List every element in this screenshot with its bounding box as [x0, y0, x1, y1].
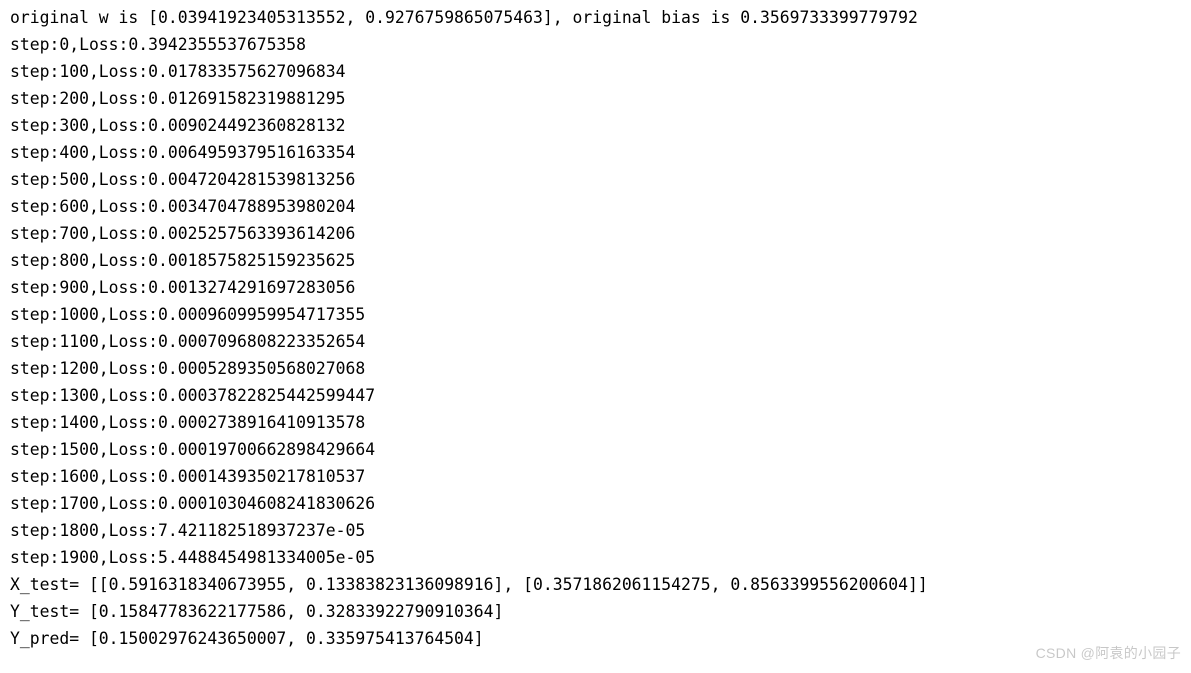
- step-line: step:200,Loss:0.012691582319881295: [10, 85, 1181, 112]
- step-line: step:0,Loss:0.3942355537675358: [10, 31, 1181, 58]
- step-line: step:1900,Loss:5.4488454981334005e-05: [10, 544, 1181, 571]
- console-output: original w is [0.03941923405313552, 0.92…: [10, 4, 1181, 652]
- step-line: step:1500,Loss:0.00019700662898429664: [10, 436, 1181, 463]
- step-line: step:100,Loss:0.017833575627096834: [10, 58, 1181, 85]
- step-line: step:1700,Loss:0.00010304608241830626: [10, 490, 1181, 517]
- step-line: step:800,Loss:0.0018575825159235625: [10, 247, 1181, 274]
- step-line: step:1100,Loss:0.0007096808223352654: [10, 328, 1181, 355]
- y-pred-line: Y_pred= [0.15002976243650007, 0.33597541…: [10, 625, 1181, 652]
- step-line: step:900,Loss:0.0013274291697283056: [10, 274, 1181, 301]
- step-line: step:1600,Loss:0.0001439350217810537: [10, 463, 1181, 490]
- step-line: step:1000,Loss:0.0009609959954717355: [10, 301, 1181, 328]
- x-test-line: X_test= [[0.5916318340673955, 0.13383823…: [10, 571, 1181, 598]
- step-line: step:1800,Loss:7.421182518937237e-05: [10, 517, 1181, 544]
- y-test-line: Y_test= [0.15847783622177586, 0.32833922…: [10, 598, 1181, 625]
- step-line: step:400,Loss:0.0064959379516163354: [10, 139, 1181, 166]
- step-line: step:700,Loss:0.0025257563393614206: [10, 220, 1181, 247]
- step-line: step:1400,Loss:0.0002738916410913578: [10, 409, 1181, 436]
- step-line: step:600,Loss:0.0034704788953980204: [10, 193, 1181, 220]
- step-line: step:500,Loss:0.0047204281539813256: [10, 166, 1181, 193]
- step-line: step:300,Loss:0.009024492360828132: [10, 112, 1181, 139]
- step-line: step:1300,Loss:0.00037822825442599447: [10, 382, 1181, 409]
- step-line: step:1200,Loss:0.0005289350568027068: [10, 355, 1181, 382]
- csdn-watermark: CSDN @阿袁的小园子: [1036, 640, 1181, 667]
- header-line: original w is [0.03941923405313552, 0.92…: [10, 4, 1181, 31]
